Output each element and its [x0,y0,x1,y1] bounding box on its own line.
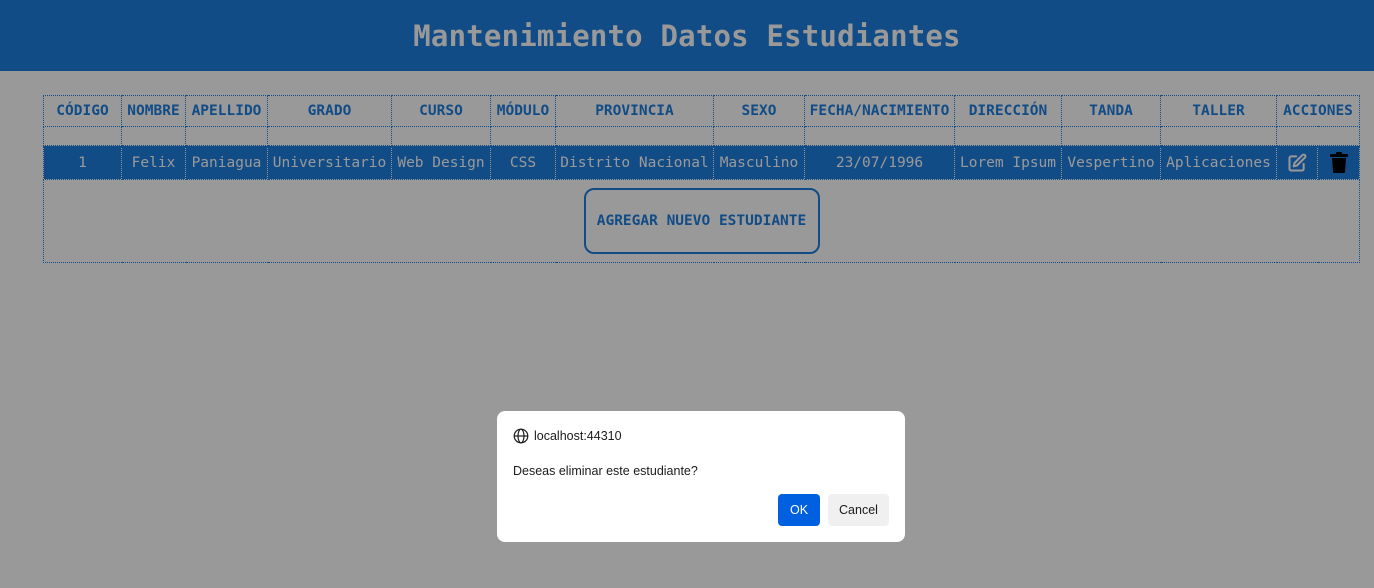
ok-button[interactable]: OK [778,494,820,526]
globe-icon [513,428,529,444]
cancel-button[interactable]: Cancel [828,494,889,526]
dialog-origin: localhost:44310 [513,428,622,444]
confirm-dialog: localhost:44310 Deseas eliminar este est… [497,411,905,542]
dialog-message: Deseas eliminar este estudiante? [513,464,698,478]
dialog-origin-text: localhost:44310 [534,429,622,443]
